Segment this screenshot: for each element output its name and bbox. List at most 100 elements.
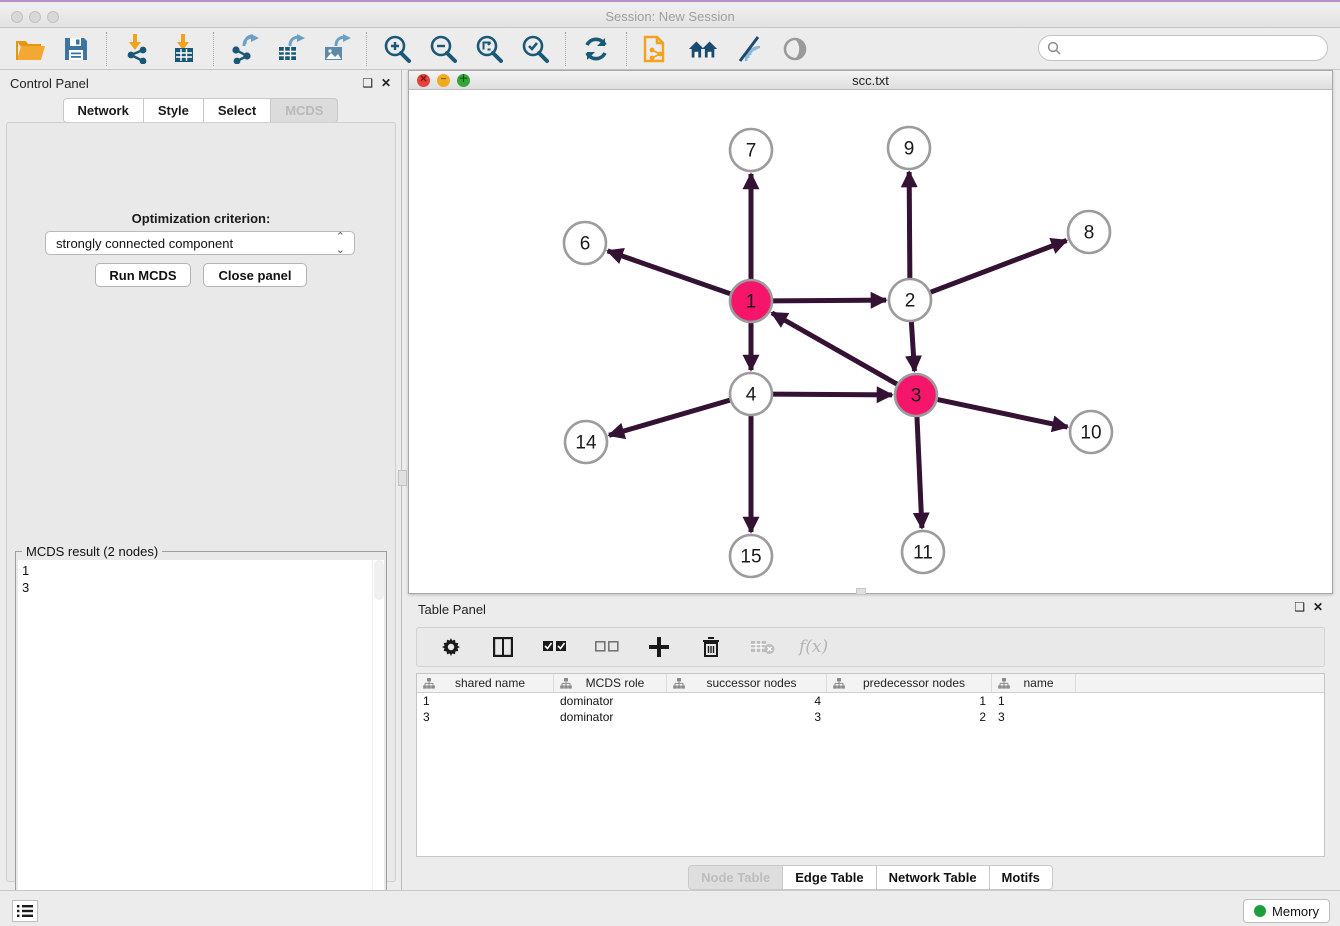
graph-node-10[interactable]: 10 <box>1070 411 1112 453</box>
table-cell: 3 <box>992 709 1076 725</box>
save-session-icon[interactable] <box>60 33 92 65</box>
svg-text:3: 3 <box>911 386 922 407</box>
graph-node-8[interactable]: 8 <box>1068 211 1110 253</box>
zoom-out-icon[interactable] <box>427 33 459 65</box>
birdseye-view-icon[interactable] <box>779 33 811 65</box>
svg-text:9: 9 <box>904 139 915 160</box>
svg-text:11: 11 <box>913 543 933 564</box>
edge-4-14[interactable] <box>609 400 731 435</box>
table-header-row: shared nameMCDS rolesuccessor nodesprede… <box>417 674 1324 693</box>
column-header-predecessor-nodes[interactable]: predecessor nodes <box>827 674 992 692</box>
graph-node-4[interactable]: 4 <box>730 373 772 415</box>
svg-text:6: 6 <box>580 234 591 255</box>
column-header-MCDS-role[interactable]: MCDS role <box>554 674 667 692</box>
graph-node-1[interactable]: 1 <box>730 280 772 322</box>
close-table-panel-icon[interactable]: ✕ <box>1313 600 1323 614</box>
graphics-detail-icon[interactable] <box>733 33 765 65</box>
new-network-from-file-icon[interactable] <box>641 33 673 65</box>
node-table[interactable]: shared nameMCDS rolesuccessor nodesprede… <box>416 673 1325 857</box>
table-tab-network-table[interactable]: Network Table <box>877 865 990 890</box>
show-columns-icon[interactable] <box>487 631 519 663</box>
float-panel-icon[interactable]: ❑ <box>362 76 373 90</box>
import-network-icon[interactable] <box>121 33 153 65</box>
edge-3-11[interactable] <box>917 416 922 528</box>
add-column-icon[interactable] <box>643 631 675 663</box>
apply-layout-icon[interactable] <box>580 33 612 65</box>
column-header-shared-name[interactable]: shared name <box>417 674 554 692</box>
table-panel: Table Panel ❑ ✕ <box>408 597 1333 890</box>
close-panel-button[interactable]: Close panel <box>203 263 307 287</box>
float-table-panel-icon[interactable]: ❑ <box>1294 600 1305 614</box>
svg-text:4: 4 <box>746 385 757 406</box>
export-network-icon[interactable] <box>228 33 260 65</box>
control-tab-mcds[interactable]: MCDS <box>271 98 338 123</box>
zoom-selected-icon[interactable] <box>519 33 551 65</box>
table-settings-icon[interactable] <box>435 631 467 663</box>
graph-node-3[interactable]: 3 <box>895 374 937 416</box>
table-row[interactable]: 1dominator411 <box>417 693 1324 709</box>
table-cell: 3 <box>667 709 827 725</box>
table-toolbar: f(x) <box>416 627 1325 667</box>
horizontal-splitter-handle[interactable] <box>398 470 407 486</box>
select-stepper-icon: ⌃⌄ <box>336 230 344 256</box>
mcds-result-text[interactable]: 1 3 <box>18 560 372 926</box>
table-cell: 3 <box>417 709 554 725</box>
home-networks-icon[interactable] <box>687 33 719 65</box>
export-table-icon[interactable] <box>274 33 306 65</box>
table-panel-title: Table Panel <box>418 602 486 617</box>
mcds-result-scrollbar[interactable] <box>372 560 384 926</box>
network-canvas[interactable]: 7 9 6 8 1 2 4 3 14 10 15 11 <box>409 90 1332 593</box>
graph-node-11[interactable]: 11 <box>902 531 944 573</box>
graph-node-7[interactable]: 7 <box>730 129 772 171</box>
table-cell: dominator <box>554 709 667 725</box>
table-cell: 2 <box>827 709 992 725</box>
main-toolbar <box>0 28 1340 70</box>
table-tab-edge-table[interactable]: Edge Table <box>783 865 876 890</box>
table-tab-node-table[interactable]: Node Table <box>688 865 783 890</box>
titlebar: Session: New Session <box>0 4 1340 28</box>
vertical-splitter-handle[interactable] <box>856 588 866 595</box>
control-tab-select[interactable]: Select <box>204 98 271 123</box>
open-session-icon[interactable] <box>14 33 46 65</box>
svg-text:7: 7 <box>746 141 757 162</box>
select-all-icon[interactable] <box>539 631 571 663</box>
table-tab-motifs[interactable]: Motifs <box>990 865 1053 890</box>
graph-node-2[interactable]: 2 <box>889 279 931 321</box>
task-history-button[interactable] <box>12 900 38 922</box>
graph-node-6[interactable]: 6 <box>564 222 606 264</box>
edge-2-9[interactable] <box>909 172 910 279</box>
deselect-all-icon[interactable] <box>591 631 623 663</box>
edge-2-8[interactable] <box>930 241 1067 293</box>
edge-1-2[interactable] <box>772 300 886 301</box>
memory-status-icon <box>1254 905 1266 917</box>
close-panel-icon[interactable]: ✕ <box>381 76 391 90</box>
column-header-successor-nodes[interactable]: successor nodes <box>667 674 827 692</box>
export-image-icon[interactable] <box>320 33 352 65</box>
edge-2-3[interactable] <box>911 321 914 371</box>
zoom-in-icon[interactable] <box>381 33 413 65</box>
edge-1-6[interactable] <box>608 251 732 294</box>
edge-3-10[interactable] <box>937 399 1068 427</box>
column-header-name[interactable]: name <box>992 674 1076 692</box>
table-tabs: Node TableEdge TableNetwork TableMotifs <box>408 865 1333 890</box>
memory-button[interactable]: Memory <box>1243 899 1330 923</box>
network-graph: 7 9 6 8 1 2 4 3 14 10 15 11 <box>409 90 1332 593</box>
import-table-icon[interactable] <box>167 33 199 65</box>
search-input[interactable] <box>1067 41 1319 55</box>
control-tab-style[interactable]: Style <box>144 98 204 123</box>
run-mcds-button[interactable]: Run MCDS <box>95 263 191 287</box>
optimization-criterion-label: Optimization criterion: <box>7 211 395 226</box>
edge-4-3[interactable] <box>772 394 892 395</box>
edge-3-1[interactable] <box>772 313 898 385</box>
delete-column-icon[interactable] <box>695 631 727 663</box>
graph-node-14[interactable]: 14 <box>565 421 607 463</box>
graph-node-15[interactable]: 15 <box>730 535 772 577</box>
control-tab-network[interactable]: Network <box>63 98 144 123</box>
table-cell: 4 <box>667 693 827 709</box>
table-row[interactable]: 3dominator323 <box>417 709 1324 725</box>
search-box[interactable] <box>1038 35 1328 61</box>
optimization-criterion-select[interactable]: strongly connected component ⌃⌄ <box>45 231 355 255</box>
fit-content-icon[interactable] <box>473 33 505 65</box>
svg-text:1: 1 <box>746 292 757 313</box>
graph-node-9[interactable]: 9 <box>888 127 930 169</box>
